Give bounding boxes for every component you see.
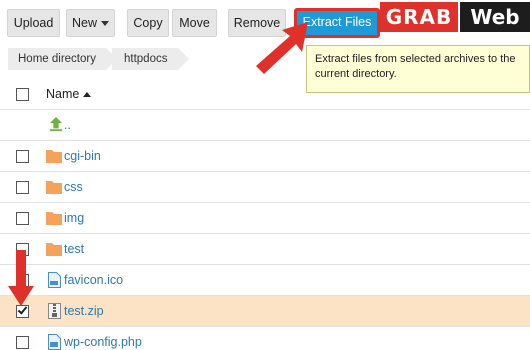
row-checkbox-checked[interactable] [16,304,29,318]
folder-icon [46,243,62,256]
parent-directory-label[interactable]: .. [64,118,71,132]
archive-icon [48,303,61,319]
table-row: cgi-bin [0,141,530,172]
file-name-link[interactable]: img [64,211,84,225]
file-icon [48,272,61,288]
copy-button[interactable]: Copy [127,9,169,37]
new-label: New [71,16,97,30]
sort-ascending-icon [83,92,92,98]
breadcrumb-httpdocs-label: httpdocs [124,53,168,65]
move-label: Move [179,16,210,30]
file-table: Name .. cgi-bin css img test favicon.ico [0,79,530,350]
table-row: test [0,234,530,265]
breadcrumb-httpdocs[interactable]: httpdocs [112,48,191,70]
file-name-link[interactable]: favicon.ico [64,273,123,287]
breadcrumb-home[interactable]: Home directory [8,48,119,70]
table-row: wp-config.php [0,327,530,350]
folder-icon [46,150,62,163]
upload-label: Upload [13,16,54,30]
select-all-checkbox[interactable] [16,88,29,101]
file-name-link[interactable]: cgi-bin [64,149,101,163]
table-row: img [0,203,530,234]
folder-icon [46,212,62,225]
parent-directory-row[interactable]: .. [0,110,530,141]
name-header-label: Name [46,87,80,101]
extract-files-label: Extract Files [302,15,372,29]
upload-button[interactable]: Upload [7,9,60,37]
file-name-link[interactable]: css [64,180,83,194]
annotation-arrow-down-icon [8,250,34,306]
table-row: css [0,172,530,203]
extract-tooltip: Extract files from selected archives to … [306,45,530,93]
logo-web-text: Web [460,2,530,32]
folder-icon [46,181,62,194]
move-button[interactable]: Move [172,9,217,37]
grabweb-logo: GRAB Web [380,2,530,32]
table-row-selected: test.zip [0,296,530,327]
row-checkbox[interactable] [16,336,29,349]
breadcrumb-home-label: Home directory [18,53,96,65]
row-checkbox[interactable] [16,150,29,163]
php-file-icon [48,334,61,350]
file-name-link[interactable]: test.zip [64,304,104,318]
logo-grab-text: GRAB [380,2,458,32]
name-column-header[interactable]: Name [46,87,92,101]
copy-label: Copy [133,16,163,30]
new-button[interactable]: New [66,9,115,37]
file-name-link[interactable]: wp-config.php [64,335,142,349]
row-checkbox[interactable] [16,212,29,225]
table-row: favicon.ico [0,265,530,296]
annotation-arrow-icon [256,22,308,74]
file-name-link[interactable]: test [64,242,84,256]
chevron-down-icon [101,21,109,27]
row-checkbox[interactable] [16,181,29,194]
arrow-up-icon [49,117,63,131]
